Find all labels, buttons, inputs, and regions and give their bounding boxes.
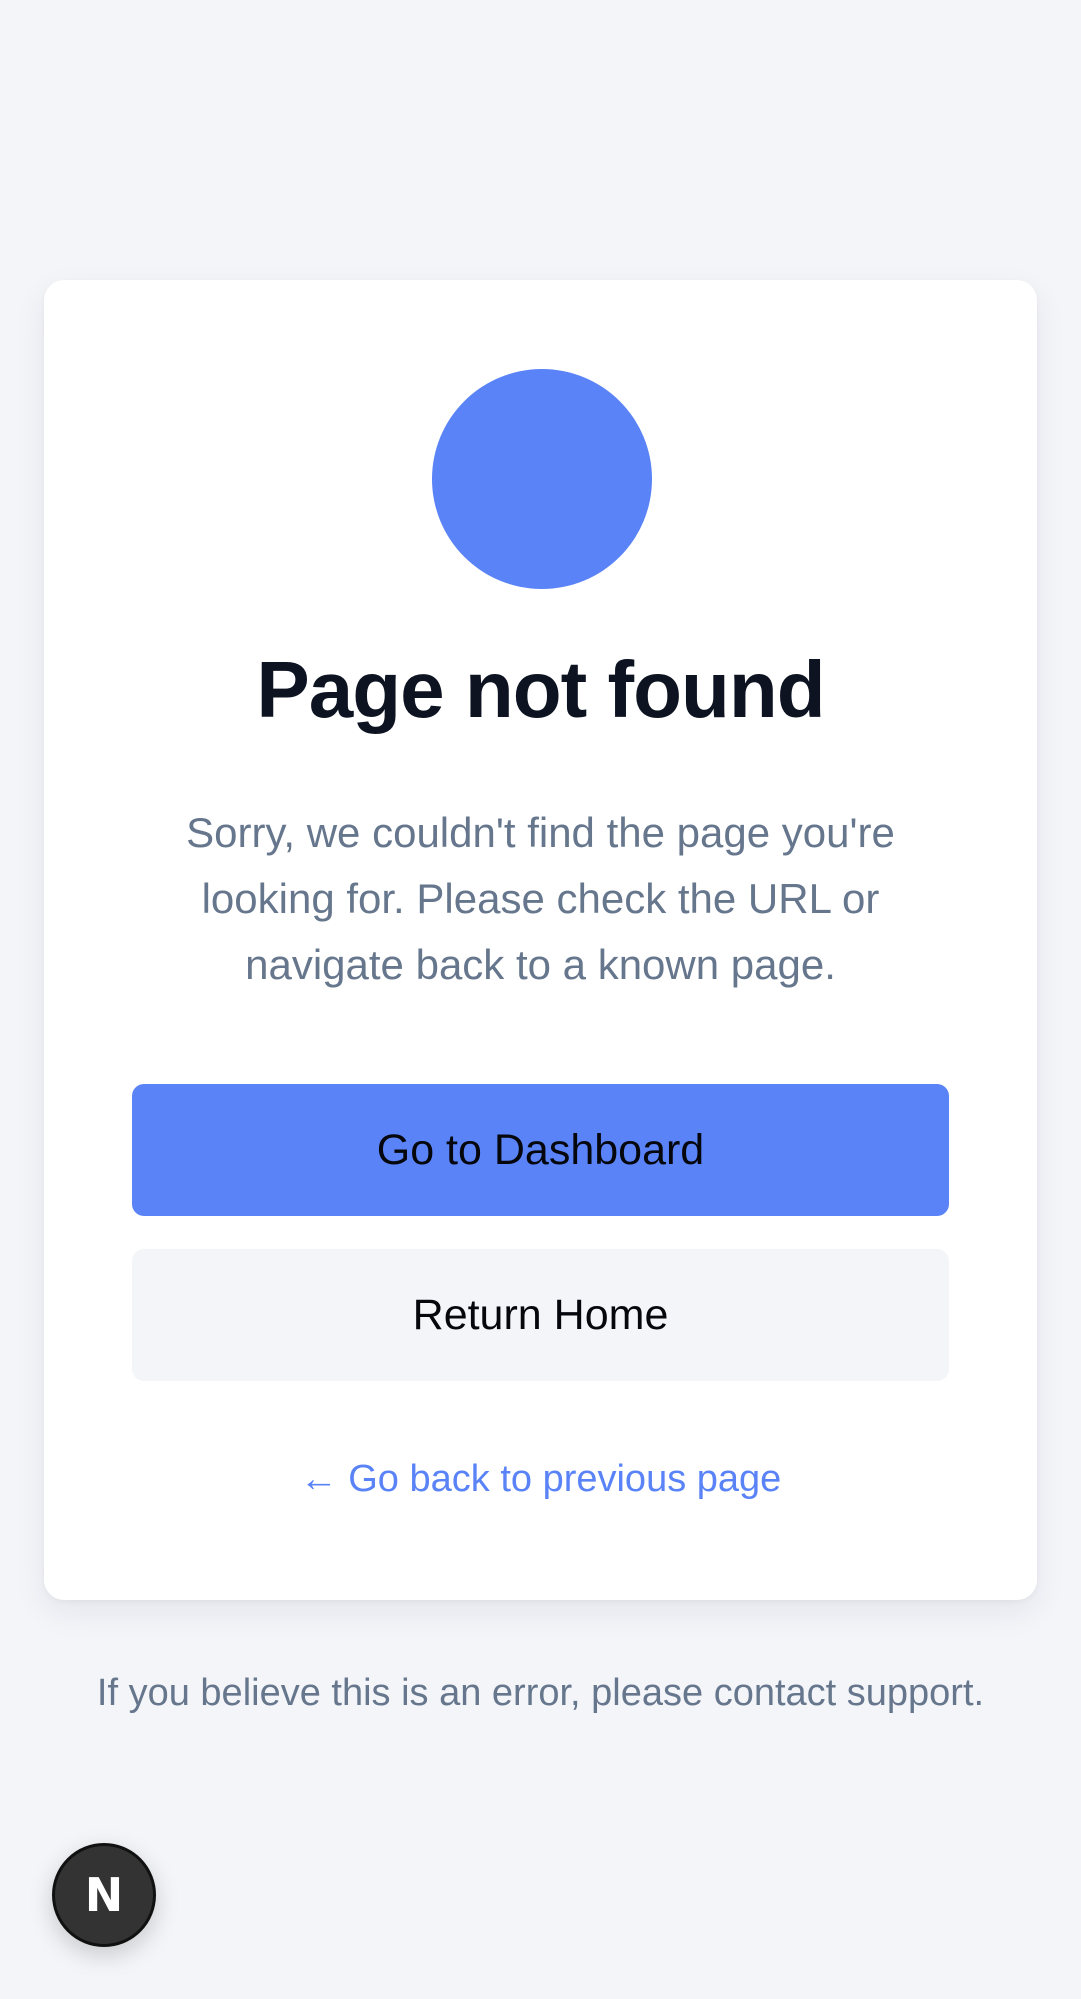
support-note: If you believe this is an error, please … bbox=[96, 1672, 985, 1714]
error-message: Sorry, we couldn't find the page you're … bbox=[186, 809, 895, 988]
page-title: Page not found bbox=[256, 645, 825, 734]
not-found-card: Page not found Sorry, we couldn't find t… bbox=[44, 280, 1037, 1600]
nextjs-logo-icon: N bbox=[84, 1868, 124, 1922]
go-to-dashboard-button[interactable]: Go to Dashboard bbox=[132, 1084, 949, 1216]
go-back-link[interactable]: ← Go back to previous page bbox=[44, 1460, 1037, 1498]
return-home-button[interactable]: Return Home bbox=[132, 1249, 949, 1381]
blue-circle-icon bbox=[432, 369, 652, 589]
nextjs-dev-badge[interactable]: N bbox=[52, 1843, 156, 1947]
